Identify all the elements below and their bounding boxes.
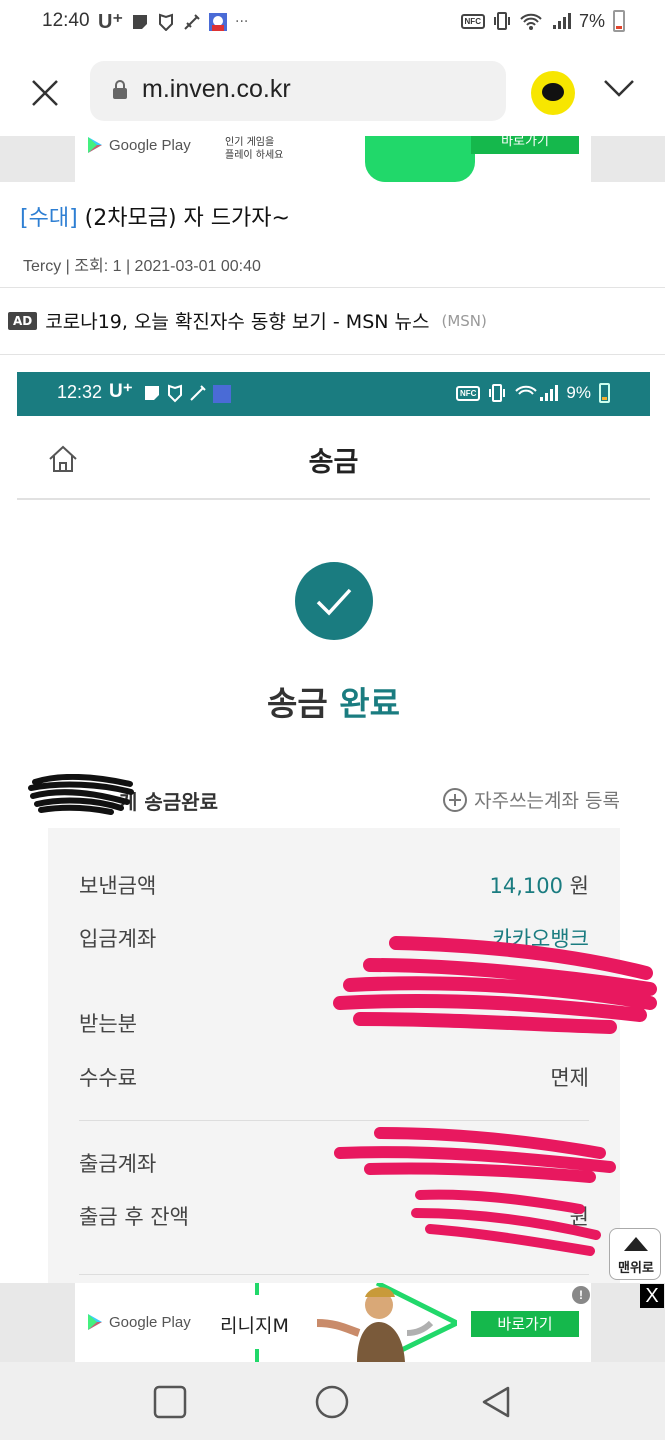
home-button-icon[interactable] [314, 1384, 350, 1420]
browser-toolbar: m.inven.co.kr [0, 48, 665, 136]
bottom-ad[interactable]: Google Play 리니지M 바로가기 ! [75, 1283, 591, 1362]
shield-icon [159, 13, 173, 31]
screenshot-vibrate-icon [489, 384, 506, 402]
panel-divider [79, 1274, 589, 1275]
post-meta: Tercy | 조회: 1 | 2021-03-01 00:40 [23, 258, 261, 275]
screenshot-notification-icons [145, 384, 231, 403]
status-bar: 12:40 U⁺ ··· NFC 7% [0, 0, 665, 48]
sword-icon [184, 13, 200, 30]
back-icon[interactable] [478, 1384, 514, 1420]
arrow-up-icon [624, 1237, 648, 1251]
redaction-scribble [28, 774, 134, 815]
top-ad-copy: 인기 게임을 플레이 하세요 [225, 137, 284, 161]
plus-circle-icon [443, 787, 468, 812]
gamepad-graphic [365, 136, 475, 182]
vibrate-icon [493, 12, 510, 30]
amount-value: 14,100 [489, 874, 563, 898]
recipient-line: 게 송금완료 [28, 774, 218, 815]
nfc-icon: NFC [460, 13, 485, 29]
checkmark-icon [316, 588, 352, 616]
native-ad[interactable]: AD 코로나19, 오늘 확진자수 동향 보기 - MSN 뉴스 (MSN) [8, 307, 487, 334]
top-ad-banner: Google Play 인기 게임을 플레이 하세요 바로가기 [0, 136, 665, 182]
screenshot-wifi-signal-icon [515, 385, 559, 401]
screenshot-carrier: U⁺ [109, 381, 133, 402]
screenshot-battery-percent: 9% [566, 383, 591, 402]
screenshot-status-time: 12:32 [57, 382, 103, 402]
chevron-down-icon[interactable] [602, 78, 636, 98]
favorite-account-link: 자주쓰는계좌 등록 [442, 786, 620, 813]
native-ad-source: (MSN) [441, 311, 487, 330]
google-play-badge: Google Play [87, 1313, 191, 1331]
battery-icon [613, 10, 625, 32]
top-ad[interactable]: Google Play 인기 게임을 플레이 하세요 바로가기 [75, 136, 591, 182]
ad-close-button[interactable]: X [640, 1284, 664, 1308]
ad-badge: AD [8, 311, 38, 330]
redaction-scribble-withdraw [334, 1127, 616, 1183]
system-nav-bar [0, 1362, 665, 1440]
system-icons: NFC 7% [460, 10, 625, 32]
screenshot-nfc-icon: NFC [455, 385, 481, 401]
post-title-text: (2차모금) 자 드가자~ [84, 206, 290, 231]
post-title: [수대] (2차모금) 자 드가자~ [20, 200, 290, 232]
screenshot-battery-icon [599, 383, 610, 403]
google-play-badge: Google Play [87, 136, 191, 154]
top-ad-cta-button[interactable]: 바로가기 [471, 136, 579, 154]
panel-divider [79, 1120, 589, 1121]
status-time: 12:40 [42, 10, 90, 31]
wifi-icon [520, 13, 542, 30]
signal-icon [552, 13, 571, 29]
bottom-ad-game-title: 리니지M [220, 1315, 289, 1337]
more-notifications-icon: ··· [235, 13, 249, 30]
address-bar[interactable]: m.inven.co.kr [90, 61, 506, 121]
post-category[interactable]: [수대] [20, 206, 78, 231]
url-text: m.inven.co.kr [142, 75, 291, 103]
talk-bubble-icon [542, 83, 564, 101]
divider [0, 354, 665, 355]
redaction-scribble-account [333, 936, 657, 1034]
notification-icons: U⁺ ··· [98, 9, 248, 34]
game-avatar-icon [209, 12, 227, 31]
bottom-ad-banner: Google Play 리니지M 바로가기 ! [0, 1283, 665, 1362]
transfer-complete-heading: 송금 완료 [267, 684, 400, 723]
screenshot-system-icons: NFC 9% [455, 383, 610, 403]
screenshot-status-bar: 12:32 U⁺ NFC 9% [17, 372, 650, 416]
ad-info-icon[interactable]: ! [572, 1286, 590, 1304]
success-check-icon [295, 562, 373, 640]
divider [0, 287, 665, 288]
kakao-share-button[interactable] [531, 71, 575, 115]
amount-unit: 원 [569, 874, 589, 898]
scroll-to-top-button[interactable]: 맨위로 [609, 1228, 661, 1280]
google-play-icon [88, 1314, 102, 1330]
bottom-ad-cta-button[interactable]: 바로가기 [471, 1311, 579, 1337]
redaction-scribble-balance [411, 1189, 601, 1256]
game-character-image [316, 1283, 457, 1362]
battery-percent: 7% [578, 10, 605, 31]
google-play-icon [88, 137, 102, 153]
lock-icon [113, 80, 127, 99]
recent-apps-icon[interactable] [152, 1384, 188, 1420]
close-icon[interactable] [28, 76, 62, 110]
native-ad-text[interactable]: 코로나19, 오늘 확진자수 동향 보기 - MSN 뉴스 [45, 307, 429, 334]
note-icon [133, 14, 147, 29]
screenshot-app-header: 송금 [17, 416, 650, 500]
carrier-label: U⁺ [98, 11, 123, 33]
screenshot-page-title: 송금 [308, 447, 359, 478]
